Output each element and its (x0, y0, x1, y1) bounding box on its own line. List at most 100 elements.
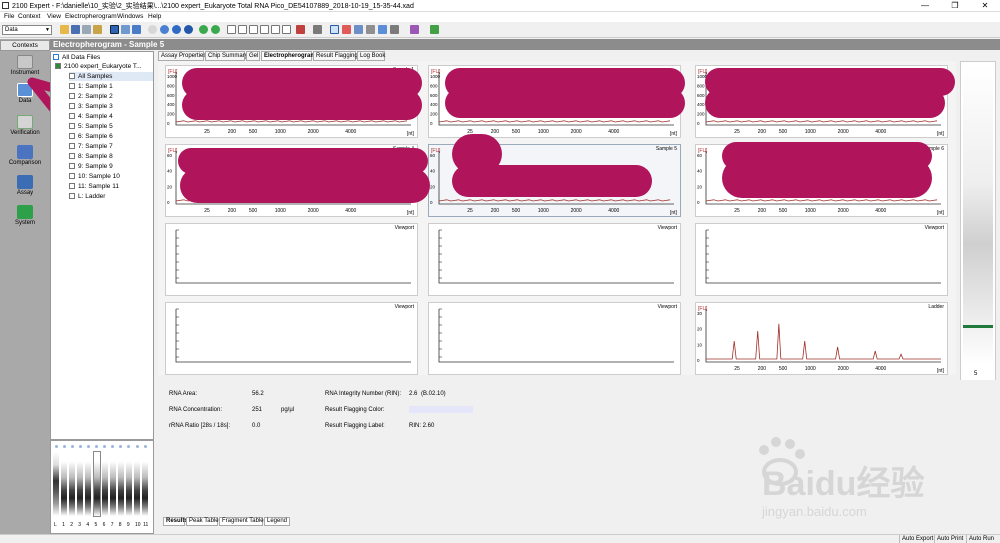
compare-icon[interactable] (410, 25, 419, 34)
chart-panel[interactable]: [FU] [nt] 25 200 500 1000 2000 4000 30 20 10 0 Ladde… (695, 302, 948, 375)
gel-lane[interactable] (77, 452, 84, 516)
menu-view[interactable]: View (47, 13, 61, 20)
gel-lane[interactable] (109, 452, 116, 516)
layout4-icon[interactable] (260, 25, 269, 34)
chart-panel[interactable]: Viewport (428, 302, 681, 375)
tree-item-all-samples[interactable]: All Samples (69, 72, 153, 81)
layout1-icon[interactable] (227, 25, 236, 34)
tree-item[interactable]: 2: Sample 2 (69, 92, 113, 101)
tab-gel[interactable]: Gel (246, 51, 260, 61)
trace-line (706, 323, 941, 360)
lane-strip[interactable]: 5 (960, 61, 996, 381)
tab-legend[interactable]: Legend (264, 517, 290, 526)
tree-item[interactable]: 10: Sample 10 (69, 172, 120, 181)
tree-item[interactable]: 5: Sample 5 (69, 122, 113, 131)
save-icon[interactable] (71, 25, 80, 34)
maximize-button[interactable]: ❐ (940, 0, 970, 11)
tree-root[interactable]: All Data Files (53, 53, 100, 62)
menu-file[interactable]: File (4, 13, 14, 20)
rail-assay[interactable]: Assay (0, 175, 50, 196)
tab-peak-table[interactable]: Peak Table (186, 517, 219, 526)
gel-lane[interactable] (117, 452, 124, 516)
layout3-icon[interactable] (249, 25, 258, 34)
tree-file[interactable]: 2100 expert_Eukaryote T... (55, 62, 142, 71)
watermark-url: jingyan.baidu.com (762, 504, 867, 519)
tab-assay-properties[interactable]: Assay Properties (158, 51, 206, 61)
grid-icon[interactable] (378, 25, 387, 34)
forward-icon[interactable] (211, 25, 220, 34)
gel-lane[interactable] (101, 452, 108, 516)
gel-lane[interactable] (125, 452, 132, 516)
menu-electropherogram[interactable]: Electropherogram (65, 13, 117, 20)
x-tick-label: 200 (228, 208, 237, 214)
circle4-icon[interactable] (184, 25, 193, 34)
tool-icon[interactable] (430, 25, 439, 34)
tree-item[interactable]: 1: Sample 1 (69, 82, 113, 91)
menu-context[interactable]: Context (18, 13, 40, 20)
data-tree: All Data Files 2100 expert_Eukaryote T..… (50, 51, 154, 440)
select-icon[interactable] (330, 25, 339, 34)
tab-chip-summary[interactable]: Chip Summary (205, 51, 248, 61)
back-icon[interactable] (199, 25, 208, 34)
rail-system[interactable]: System (0, 205, 50, 226)
grid-icon (69, 73, 75, 80)
tab-log-book[interactable]: Log Book (357, 51, 385, 61)
tree-item[interactable]: 4: Sample 4 (69, 112, 113, 121)
tree-item[interactable]: 8: Sample 8 (69, 152, 113, 161)
view2-icon[interactable] (121, 25, 130, 34)
close-button[interactable]: ✕ (970, 0, 1000, 11)
rail-comparison[interactable]: Comparison (0, 145, 50, 166)
x-tick-label: 500 (779, 366, 788, 372)
menu-help[interactable]: Help (148, 13, 161, 20)
tree-item[interactable]: 3: Sample 3 (69, 102, 113, 111)
gel-lane[interactable] (142, 452, 149, 516)
gel-lane[interactable] (134, 452, 140, 516)
tab-result-flagging[interactable]: Result Flagging (313, 51, 358, 61)
chart-panel[interactable]: Viewport (695, 223, 948, 296)
gel-lane[interactable] (92, 451, 101, 517)
zoom-icon[interactable] (390, 25, 399, 34)
rna-concentration-value: 251 (252, 407, 263, 413)
circle2-icon[interactable] (160, 25, 169, 34)
print-icon[interactable] (82, 25, 91, 34)
tab-electropherogram[interactable]: Electropherogram (261, 51, 316, 61)
tree-item[interactable]: 9: Sample 9 (69, 162, 113, 171)
minimize-button[interactable]: — (910, 0, 940, 11)
tab-fragment-table[interactable]: Fragment Table (219, 517, 264, 526)
peak-icon[interactable] (296, 25, 305, 34)
layout6-icon[interactable] (282, 25, 291, 34)
y-tick-label: 600 (697, 93, 705, 98)
context-combo[interactable]: Data ▼ (2, 25, 52, 35)
tab-results[interactable]: Results (163, 517, 188, 526)
redaction-mark (722, 158, 932, 198)
align-icon[interactable] (366, 25, 375, 34)
gel-lane[interactable] (69, 452, 76, 516)
circle1-icon[interactable] (148, 25, 157, 34)
circle3-icon[interactable] (172, 25, 181, 34)
chart-panel[interactable]: Viewport (165, 302, 418, 375)
open-icon[interactable] (60, 25, 69, 34)
y-tick-label: 200 (430, 112, 438, 117)
tree-item[interactable]: 11: Sample 11 (69, 182, 119, 191)
tree-item[interactable]: 6: Sample 6 (69, 132, 113, 141)
watermark-brand: Baidu经验 (762, 465, 925, 503)
chart-panel[interactable]: Viewport (165, 223, 418, 296)
x-tick-label: 4000 (875, 129, 886, 135)
flag-icon[interactable] (342, 25, 351, 34)
gel-lane[interactable] (61, 452, 68, 516)
baseline-icon[interactable] (313, 25, 322, 34)
x-tick-label: 500 (249, 208, 258, 214)
layout5-icon[interactable] (271, 25, 280, 34)
gel-lane[interactable] (85, 452, 92, 516)
rin-label: RNA Integrity Number (RIN): (325, 391, 402, 397)
layout2-icon[interactable] (238, 25, 247, 34)
view3-icon[interactable] (132, 25, 141, 34)
chart-panel[interactable]: Viewport (428, 223, 681, 296)
view1-icon[interactable] (110, 25, 119, 34)
marker-icon[interactable] (354, 25, 363, 34)
tree-item[interactable]: L: Ladder (69, 192, 105, 201)
menu-windows[interactable]: Windows (117, 13, 143, 20)
export-icon[interactable] (93, 25, 102, 34)
gel-lane[interactable] (53, 452, 59, 516)
tree-item[interactable]: 7: Sample 7 (69, 142, 113, 151)
